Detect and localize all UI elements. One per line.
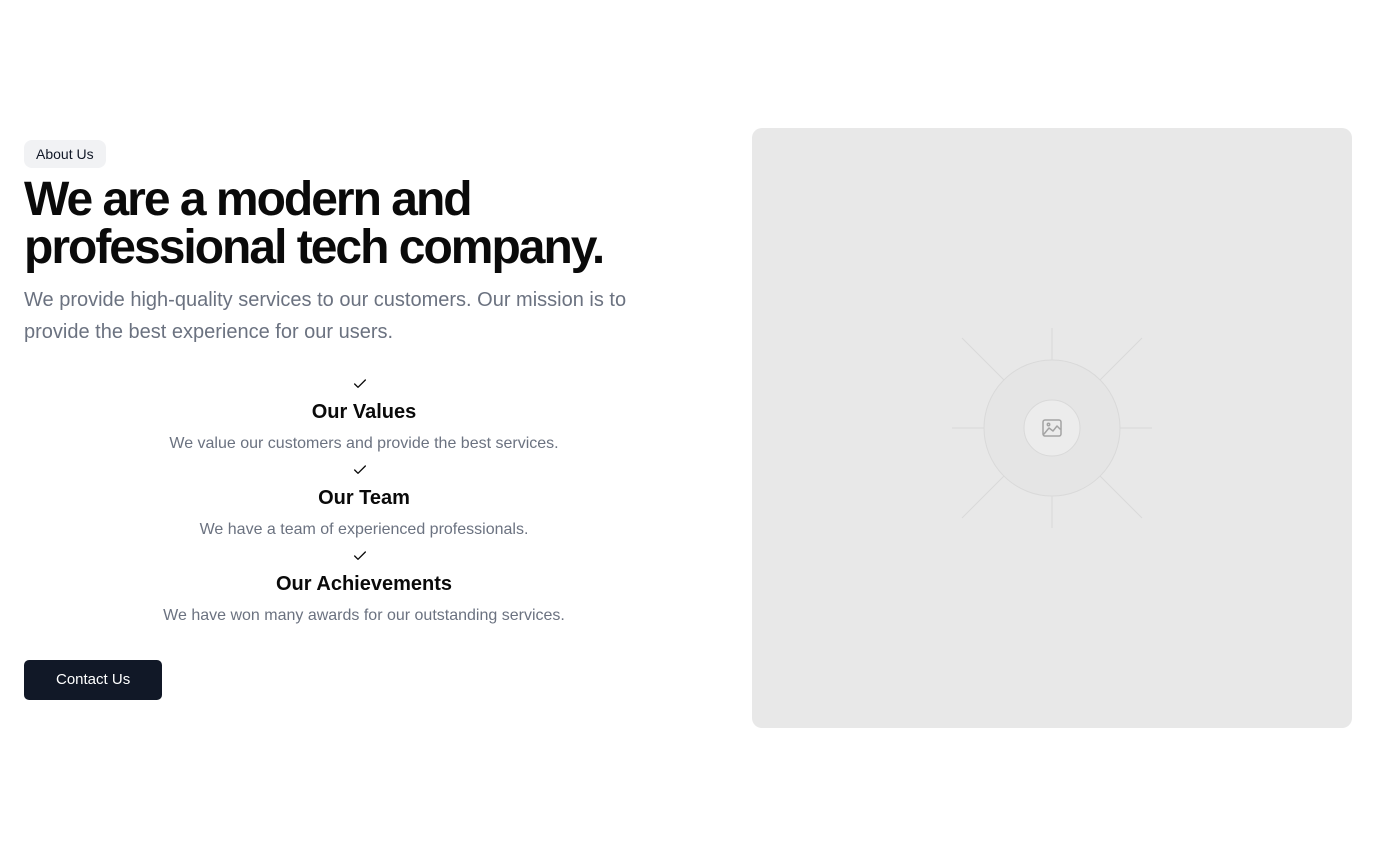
headline-line-1: We are a modern and (24, 173, 473, 226)
feature-description: We have won many awards for our outstand… (163, 607, 565, 624)
image-placeholder-icon (952, 328, 1152, 528)
about-section: About Us We are a modern and professiona… (0, 0, 1376, 856)
feature-item-team: Our Team We have a team of experienced p… (24, 462, 704, 542)
feature-item-values: Our Values We value our customers and pr… (24, 376, 704, 456)
feature-title: Our Values (311, 401, 417, 423)
section-badge: About Us (24, 140, 106, 168)
feature-list: Our Values We value our customers and pr… (24, 376, 704, 628)
check-icon (354, 379, 366, 388)
page-title: We are a modern and professional tech co… (24, 176, 664, 272)
about-content: About Us We are a modern and professiona… (24, 140, 704, 700)
headline-line-2: professional tech company. (24, 221, 605, 274)
feature-item-achievements: Our Achievements We have won many awards… (24, 548, 704, 628)
feature-description: We have a team of experienced profession… (199, 521, 529, 538)
feature-description: We value our customers and provide the b… (169, 435, 559, 452)
intro-paragraph: We provide high-quality services to our … (24, 289, 627, 343)
image-placeholder (752, 128, 1352, 728)
check-icon (354, 465, 366, 474)
check-icon (354, 551, 366, 560)
feature-title: Our Team (318, 487, 410, 509)
contact-us-button[interactable]: Contact Us (24, 660, 163, 700)
feature-title: Our Achievements (276, 573, 452, 595)
